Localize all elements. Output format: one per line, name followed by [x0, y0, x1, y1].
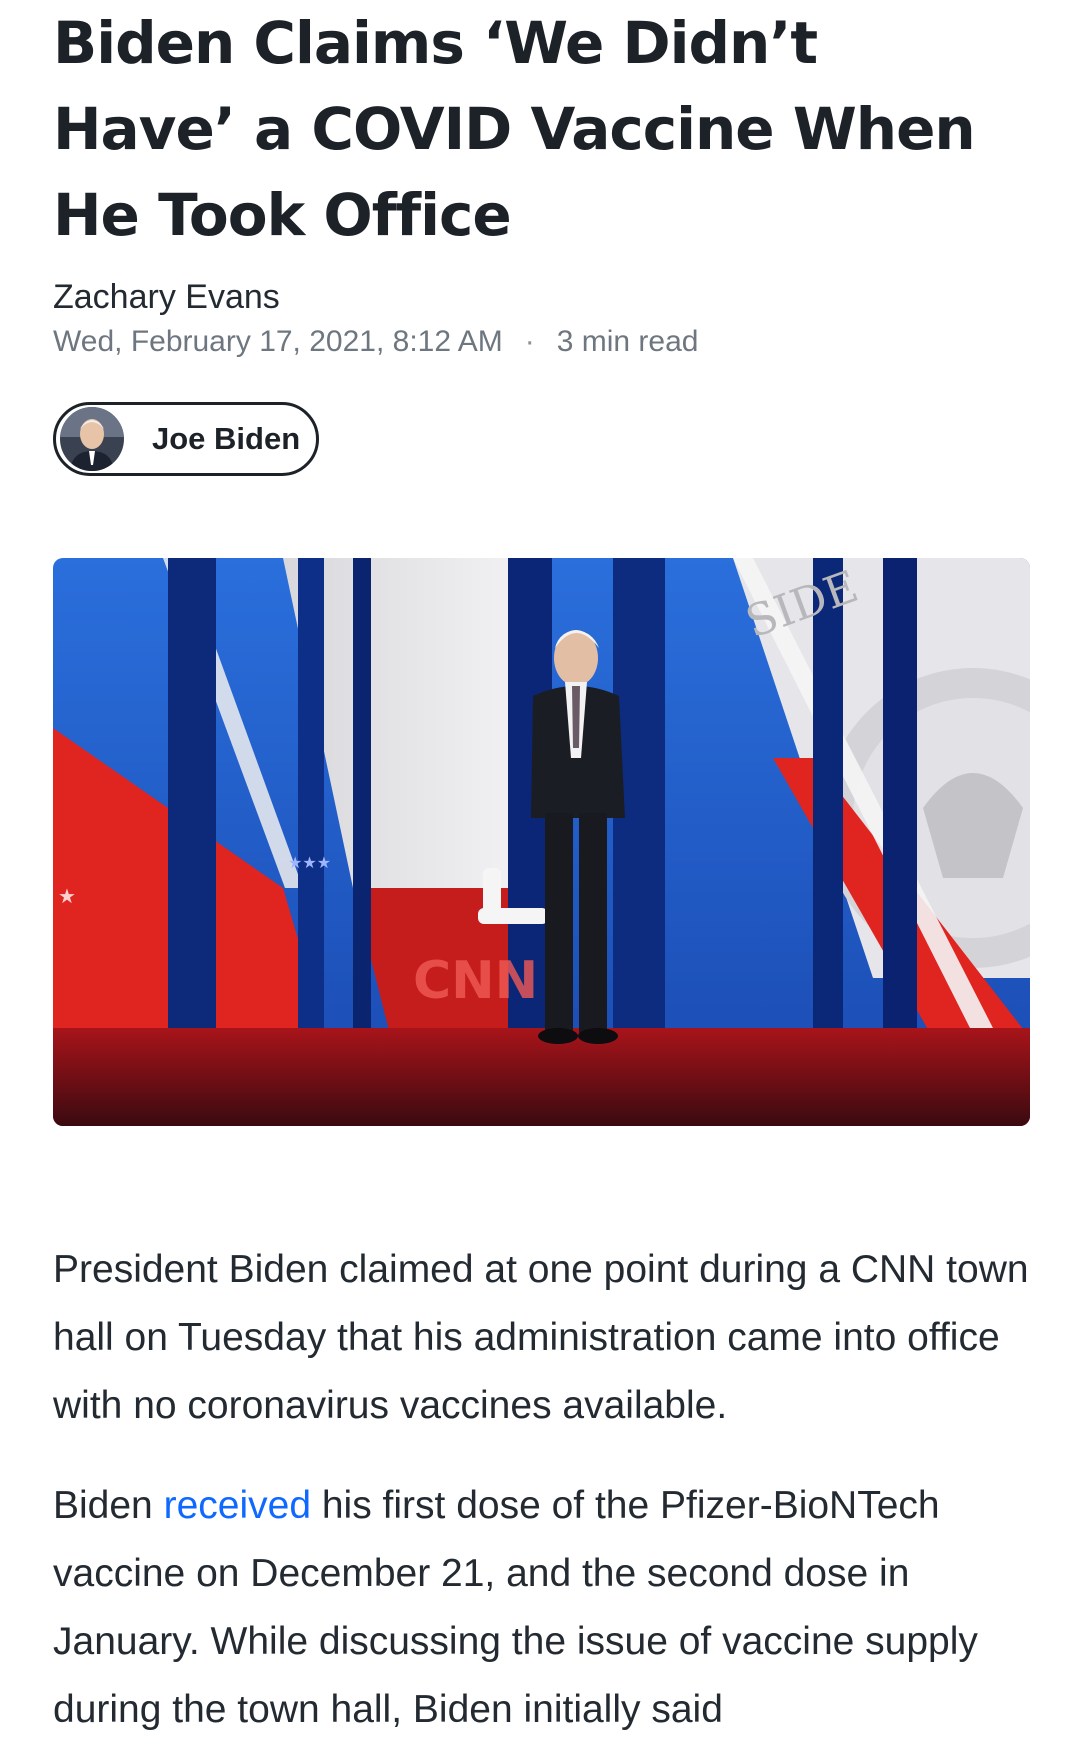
author-name[interactable]: Zachary Evans: [53, 278, 280, 317]
article-page: Biden Claims ‘We Didn’t Have’ a COVID Va…: [0, 0, 1080, 1735]
svg-text:★: ★: [58, 886, 76, 908]
article-headline: Biden Claims ‘We Didn’t Have’ a COVID Va…: [53, 9, 976, 249]
article-meta: Wed, February 17, 2021, 8:12 AM · 3 min …: [53, 325, 698, 359]
publish-date: Wed, February 17, 2021, 8:12 AM: [53, 325, 503, 358]
topic-chip-label: Joe Biden: [152, 421, 301, 456]
person-portrait-icon: [60, 407, 124, 471]
read-time: 3 min read: [556, 325, 699, 358]
hero-image: CNN SIDE ★★★ ★: [53, 558, 1030, 1126]
cnn-town-hall-photo: CNN SIDE ★★★ ★: [53, 558, 1030, 1126]
body-paragraph-2: Biden received his first dose of the Pfi…: [53, 1472, 1033, 1744]
topic-chip-joe-biden[interactable]: Joe Biden: [53, 402, 319, 476]
svg-text:★★★: ★★★: [288, 855, 331, 872]
body-paragraph-1: President Biden claimed at one point dur…: [53, 1248, 1029, 1427]
paragraph-2-text-start: Biden: [53, 1484, 164, 1527]
cnn-logo: CNN: [413, 951, 538, 1011]
meta-separator: ·: [524, 325, 535, 358]
received-link[interactable]: received: [164, 1484, 311, 1527]
